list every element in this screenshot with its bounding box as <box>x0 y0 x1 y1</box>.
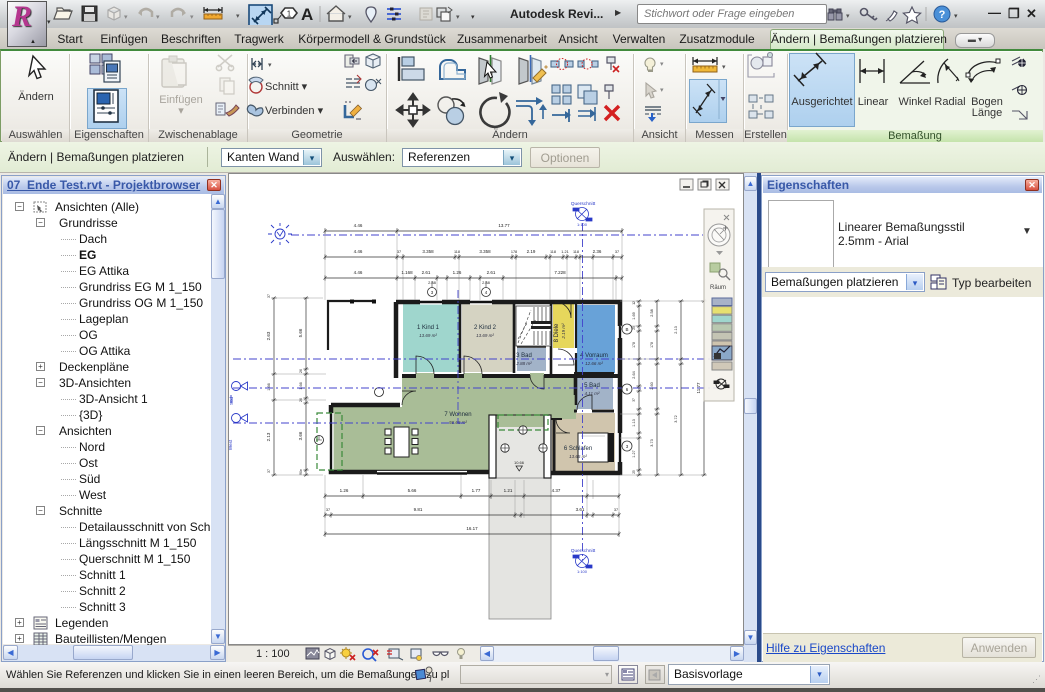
svg-text:▾: ▾ <box>190 14 194 21</box>
svg-text:▾: ▾ <box>954 13 958 20</box>
svg-text:3.358: 3.358 <box>479 249 491 254</box>
svg-text:13.66 m²: 13.66 m² <box>569 454 587 459</box>
svg-text:▾: ▾ <box>348 14 352 21</box>
svg-text:3.61: 3.61 <box>576 507 585 512</box>
svg-text:12.66 m²: 12.66 m² <box>585 361 603 366</box>
svg-text:4 Vorraum: 4 Vorraum <box>580 353 608 359</box>
svg-text:6 Schlafen: 6 Schlafen <box>564 446 592 452</box>
svg-text:37: 37 <box>267 294 271 298</box>
svg-text:118: 118 <box>550 250 556 254</box>
svg-text:1.13: 1.13 <box>632 419 636 426</box>
svg-text:37: 37 <box>615 250 619 254</box>
svg-text:13.69 m²: 13.69 m² <box>476 333 494 338</box>
svg-text:37: 37 <box>267 469 271 473</box>
svg-text:▾: ▾ <box>456 14 460 21</box>
svg-text:178: 178 <box>511 250 517 254</box>
svg-text:5.66: 5.66 <box>408 488 417 493</box>
svg-text:2.13: 2.13 <box>674 326 678 333</box>
svg-text:▾: ▾ <box>124 14 128 21</box>
svg-text:4.37: 4.37 <box>552 488 561 493</box>
svg-text:3.72: 3.72 <box>674 415 678 422</box>
svg-text:9.81: 9.81 <box>414 507 423 512</box>
svg-text:118: 118 <box>573 250 579 254</box>
svg-text:90e: 90e <box>299 469 303 475</box>
svg-text:13.69 m²: 13.69 m² <box>419 333 437 338</box>
svg-text:?: ? <box>939 9 946 21</box>
svg-text:37: 37 <box>632 398 636 402</box>
svg-text:1.77: 1.77 <box>472 488 481 493</box>
svg-text:1.21: 1.21 <box>504 488 513 493</box>
svg-text:▾: ▾ <box>268 62 272 69</box>
svg-text:10.66: 10.66 <box>514 460 525 465</box>
svg-text:▾: ▾ <box>660 61 664 68</box>
svg-text:2.60: 2.60 <box>650 382 654 389</box>
svg-text:7.228: 7.228 <box>554 270 566 275</box>
svg-text:2.19 m²: 2.19 m² <box>561 323 566 340</box>
svg-text:2.19: 2.19 <box>527 249 536 254</box>
svg-text:2.64: 2.64 <box>632 371 636 378</box>
svg-text:12: 12 <box>632 301 636 305</box>
svg-text:2.36: 2.36 <box>593 249 602 254</box>
svg-text:▾: ▾ <box>156 14 160 21</box>
svg-text:1.168: 1.168 <box>401 270 413 275</box>
svg-text:▾: ▾ <box>660 87 664 94</box>
svg-text:▾: ▾ <box>722 64 726 71</box>
svg-text:5.66: 5.66 <box>298 328 303 337</box>
svg-text:178: 178 <box>632 342 636 348</box>
svg-text:2.61: 2.61 <box>487 270 496 275</box>
svg-text:4.46: 4.46 <box>354 270 363 275</box>
svg-text:2.63: 2.63 <box>266 331 271 340</box>
svg-text:2 Kind 2: 2 Kind 2 <box>474 325 497 331</box>
svg-text:4.11 m²: 4.11 m² <box>585 391 600 396</box>
svg-text:13.77: 13.77 <box>498 223 510 228</box>
svg-text:1 Kind 1: 1 Kind 1 <box>417 325 440 331</box>
svg-text:2.61: 2.61 <box>422 270 431 275</box>
svg-text:A: A <box>301 5 313 24</box>
svg-text:1:100: 1:100 <box>577 222 588 227</box>
svg-text:2.13: 2.13 <box>266 432 271 441</box>
svg-text:▾: ▾ <box>846 13 850 20</box>
svg-text:3.73: 3.73 <box>650 439 654 446</box>
svg-text:178: 178 <box>650 342 654 348</box>
svg-text:4.46: 4.46 <box>354 249 363 254</box>
svg-text:2.88 m²: 2.88 m² <box>515 361 532 366</box>
svg-text:2.88: 2.88 <box>428 280 437 285</box>
svg-text:16.17: 16.17 <box>466 526 478 531</box>
svg-text:25: 25 <box>632 470 636 474</box>
svg-text:1.66: 1.66 <box>299 382 303 389</box>
svg-text:Querschnitt: Querschnitt <box>571 548 596 554</box>
svg-text:2.58: 2.58 <box>650 309 654 316</box>
svg-text:▾: ▾ <box>236 13 240 20</box>
svg-text:1.27: 1.27 <box>632 450 636 457</box>
svg-text:3.358: 3.358 <box>422 249 434 254</box>
svg-text:4.46: 4.46 <box>354 223 363 228</box>
svg-text:1.26: 1.26 <box>340 488 349 493</box>
svg-text:26: 26 <box>299 398 303 402</box>
svg-text:1.21: 1.21 <box>561 250 568 254</box>
svg-text:2.88: 2.88 <box>482 280 491 285</box>
svg-text:West: West <box>228 439 233 450</box>
svg-text:▾: ▾ <box>471 14 475 21</box>
svg-text:B: B <box>625 327 628 332</box>
svg-text:3 Bad: 3 Bad <box>516 353 532 359</box>
svg-text:1.26: 1.26 <box>453 270 462 275</box>
svg-text:11.77: 11.77 <box>696 382 701 393</box>
svg-text:1.66: 1.66 <box>267 383 271 390</box>
svg-text:1.69: 1.69 <box>632 312 636 319</box>
svg-text:26: 26 <box>299 369 303 373</box>
svg-text:1:100: 1:100 <box>577 569 588 574</box>
svg-text:37: 37 <box>614 508 618 512</box>
svg-text:3.66: 3.66 <box>298 431 303 440</box>
svg-text:8 Diele: 8 Diele <box>554 323 560 342</box>
svg-text:Querschnitt: Querschnitt <box>571 201 596 207</box>
svg-text:25: 25 <box>632 326 636 330</box>
svg-text:118: 118 <box>454 250 460 254</box>
svg-text:37: 37 <box>326 508 330 512</box>
svg-text:37: 37 <box>397 250 401 254</box>
svg-text:Süd: Süd <box>229 397 234 406</box>
svg-text:1: 1 <box>287 10 292 19</box>
svg-text:Räum: Räum <box>710 285 726 291</box>
